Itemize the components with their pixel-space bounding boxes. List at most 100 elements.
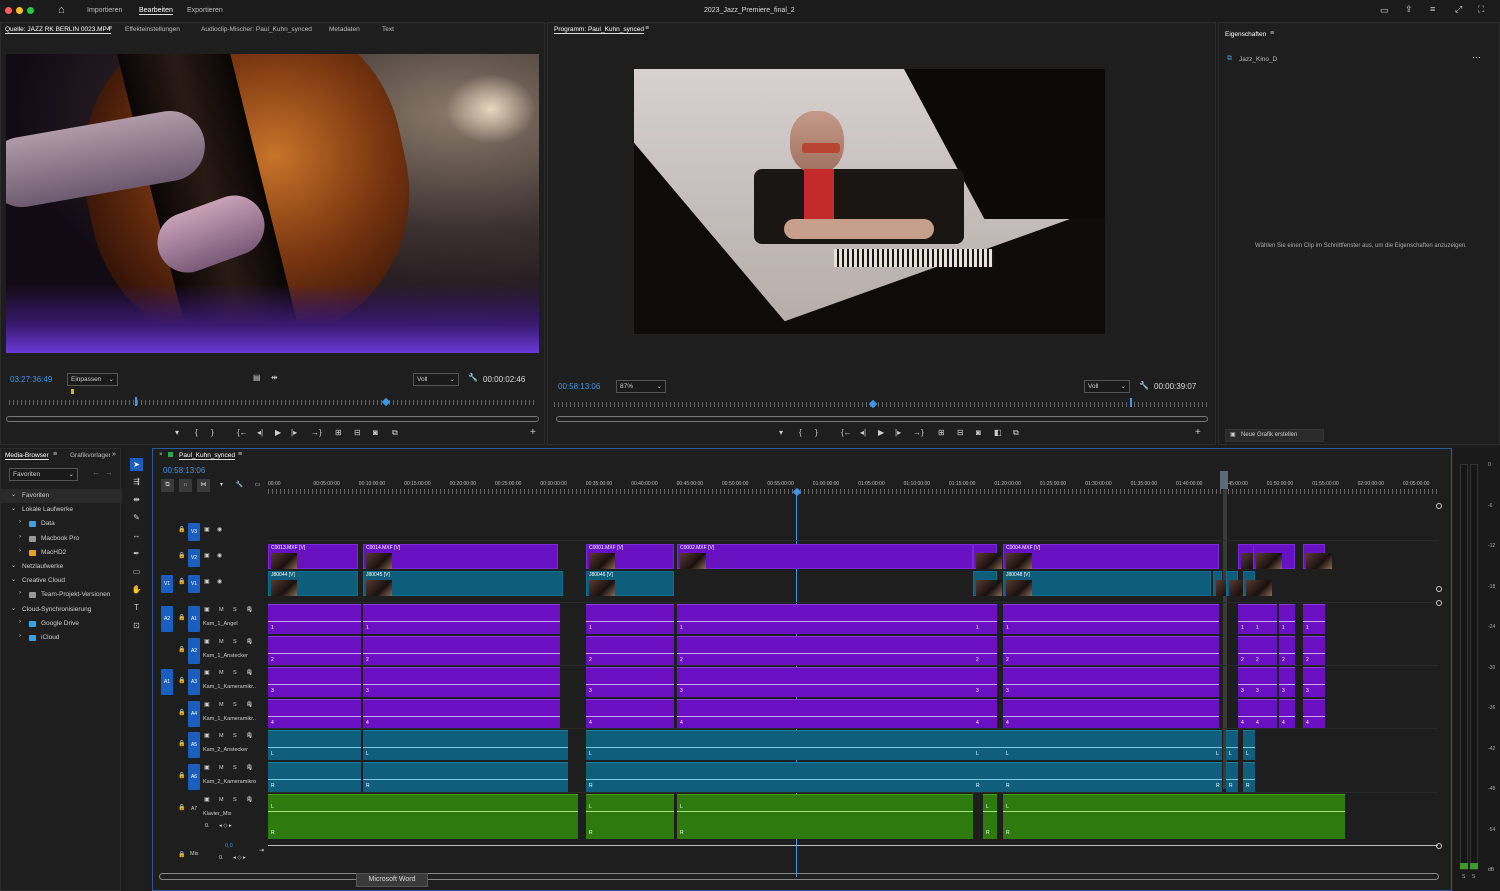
program-time-ruler[interactable] bbox=[554, 402, 1209, 407]
chevron-down-icon[interactable]: ⌄ bbox=[11, 562, 16, 569]
tab-audio-mixer[interactable]: Audioclip-Mischer: Paul_Kuhn_synced bbox=[201, 26, 312, 33]
clip-audio[interactable]: 4 bbox=[586, 699, 674, 729]
clip-audio[interactable]: R bbox=[268, 762, 361, 792]
clip-video[interactable] bbox=[1213, 571, 1242, 596]
clip-audio[interactable]: 3 bbox=[586, 667, 674, 697]
workspace-icon[interactable]: ▭ bbox=[1380, 5, 1389, 16]
lock-icon[interactable]: 🔒 bbox=[178, 646, 185, 653]
menu-exportieren[interactable]: Exportieren bbox=[187, 7, 223, 14]
solo-button[interactable]: S bbox=[233, 797, 237, 803]
clip-video[interactable]: C0004.MXF [V] bbox=[1003, 544, 1219, 569]
clip-audio[interactable]: R bbox=[973, 762, 997, 792]
source-zoom-scrollbar[interactable] bbox=[6, 416, 539, 422]
clip-audio[interactable]: 3 bbox=[677, 667, 973, 697]
share-icon[interactable]: ⇪ bbox=[1405, 4, 1413, 15]
eye-icon[interactable]: ◉ bbox=[217, 526, 222, 533]
media-tree-item[interactable]: › Team-Projekt-Versionen bbox=[1, 588, 122, 602]
clip-audio[interactable]: 2 bbox=[973, 636, 997, 666]
clip-audio[interactable]: 2 bbox=[677, 636, 973, 666]
clip-audio[interactable]: 3 bbox=[973, 667, 997, 697]
clip-audio[interactable]: L bbox=[1243, 730, 1255, 760]
compare-icon[interactable]: ◧ bbox=[994, 428, 1002, 437]
timeline-ruler[interactable]: 00:00 00:05:00:00 00:10:00:00 00:15:00:00 00… bbox=[268, 477, 1438, 495]
lock-icon[interactable]: 🔒 bbox=[178, 526, 185, 533]
clip-audio[interactable]: L bbox=[1226, 730, 1238, 760]
clip-audio[interactable]: 2 bbox=[1253, 636, 1277, 666]
lock-icon[interactable]: 🔒 bbox=[178, 578, 185, 585]
media-tree-item[interactable]: › iCloud bbox=[1, 631, 122, 645]
clip-audio[interactable]: 3 bbox=[268, 667, 361, 697]
clip-audio[interactable]: 2 bbox=[586, 636, 674, 666]
clip-audio[interactable]: 4 bbox=[677, 699, 973, 729]
clip-audio[interactable]: 1 bbox=[677, 604, 973, 634]
panel-menu-icon[interactable]: ≡ bbox=[108, 25, 112, 32]
fullscreen-icon[interactable]: ⛶ bbox=[1478, 4, 1484, 15]
play-button[interactable]: ▶ bbox=[878, 428, 884, 437]
clip-audio[interactable]: 3 bbox=[363, 667, 560, 697]
menu-importieren[interactable]: Importieren bbox=[87, 7, 122, 14]
tab-metadata[interactable]: Metadaten bbox=[329, 26, 360, 33]
step-back-button[interactable]: ◂| bbox=[860, 428, 866, 437]
go-to-in-button[interactable]: {← bbox=[841, 428, 852, 437]
solo-button[interactable]: S bbox=[233, 607, 237, 613]
microphone-icon[interactable]: 🎙 bbox=[246, 638, 254, 645]
track-volume[interactable]: 0. bbox=[205, 823, 210, 829]
track-target-A4[interactable]: A4 bbox=[188, 701, 200, 727]
chevron-right-icon[interactable]: › bbox=[19, 548, 21, 554]
linked-selection-icon[interactable]: ⋈ bbox=[197, 479, 210, 492]
hand-tool-icon[interactable]: ✋ bbox=[130, 583, 143, 596]
program-zoom-scrollbar[interactable] bbox=[556, 416, 1208, 422]
chevron-down-icon[interactable]: ⌄ bbox=[11, 505, 16, 512]
source-patch-A2[interactable]: A2 bbox=[161, 606, 173, 632]
track-target-A6[interactable]: A6 bbox=[188, 764, 200, 790]
clip-video[interactable] bbox=[973, 571, 1002, 596]
clip-audio[interactable]: 4 bbox=[1279, 699, 1295, 729]
clip-video[interactable]: J80044 [V] bbox=[268, 571, 358, 596]
caption-tool-icon[interactable]: ⊡ bbox=[130, 619, 143, 632]
source-timecode[interactable]: 03:27:36:49 bbox=[10, 375, 52, 384]
selection-tool-icon[interactable]: ➤ bbox=[130, 458, 143, 471]
more-tabs-icon[interactable]: » bbox=[112, 451, 116, 458]
video-scroll-top[interactable] bbox=[1436, 503, 1442, 509]
close-tab-icon[interactable]: × bbox=[159, 452, 163, 458]
panel-menu-icon[interactable]: ≡ bbox=[53, 451, 57, 458]
go-to-out-button[interactable]: →} bbox=[913, 428, 924, 437]
clip-audio[interactable]: 2 bbox=[1279, 636, 1295, 666]
source-patch-A1[interactable]: A1 bbox=[161, 669, 173, 695]
solo-button[interactable]: S bbox=[233, 639, 237, 645]
tab-media-browser[interactable]: Media-Browser bbox=[5, 452, 49, 460]
clip-audio[interactable]: R bbox=[363, 762, 568, 792]
razor-tool-icon[interactable]: ✎ bbox=[130, 511, 143, 524]
media-tree-item[interactable]: › MacHD2 bbox=[1, 546, 122, 560]
clip-video[interactable] bbox=[973, 544, 1002, 569]
tab-sequence[interactable]: Paul_Kuhn_synced bbox=[179, 452, 236, 460]
track-target-A1[interactable]: A1 bbox=[188, 606, 200, 632]
clip-audio[interactable]: 1 bbox=[973, 604, 997, 634]
track-target-A7[interactable]: A7 bbox=[188, 796, 200, 822]
clip-audio[interactable]: 4 bbox=[268, 699, 361, 729]
chevron-right-icon[interactable]: › bbox=[19, 590, 21, 596]
mix-volume[interactable]: 0,0 bbox=[225, 843, 233, 849]
clip-audio[interactable]: 4 bbox=[363, 699, 560, 729]
properties-item[interactable]: Jazz_Kino_D bbox=[1239, 56, 1277, 63]
clip-video[interactable]: J80045 [V] bbox=[363, 571, 563, 596]
back-arrow-icon[interactable]: ← bbox=[92, 468, 100, 477]
clip-audio[interactable]: 1 bbox=[1003, 604, 1219, 634]
work-area-marker[interactable] bbox=[1220, 471, 1228, 489]
lock-icon[interactable]: 🔒 bbox=[178, 772, 185, 779]
step-forward-button[interactable]: |▸ bbox=[291, 428, 297, 437]
lock-icon[interactable]: 🔒 bbox=[178, 552, 185, 559]
lock-icon[interactable]: 🔒 bbox=[178, 804, 185, 811]
insert-icon[interactable]: ▤ bbox=[253, 373, 261, 382]
close-window-button[interactable] bbox=[5, 7, 12, 14]
wrench-icon[interactable]: 🔧 bbox=[233, 479, 246, 492]
sync-lock-icon[interactable]: ▣ bbox=[204, 796, 210, 803]
sync-lock-icon[interactable]: ▣ bbox=[204, 669, 210, 676]
microphone-icon[interactable]: 🎙 bbox=[246, 701, 254, 708]
mute-button[interactable]: M bbox=[219, 639, 224, 645]
rectangle-tool-icon[interactable]: ▭ bbox=[130, 565, 143, 578]
nest-toggle-icon[interactable]: ⧉ bbox=[161, 479, 174, 492]
program-video-frame[interactable] bbox=[634, 69, 1105, 334]
clip-audio[interactable]: 2 bbox=[1303, 636, 1325, 666]
drag-video-icon[interactable]: ⇹ bbox=[271, 373, 278, 382]
